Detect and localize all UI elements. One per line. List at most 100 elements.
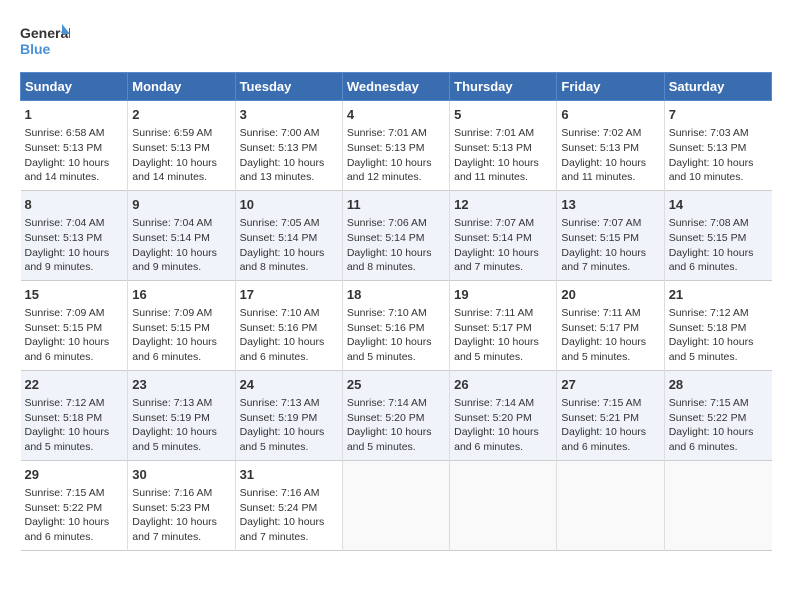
day-number: 27 xyxy=(561,376,659,394)
sunrise-info: Sunrise: 7:12 AM xyxy=(669,306,768,321)
sunset-info: Sunset: 5:21 PM xyxy=(561,411,659,426)
sunrise-info: Sunrise: 7:15 AM xyxy=(561,396,659,411)
daylight-info: Daylight: 10 hours and 6 minutes. xyxy=(561,425,659,454)
sunrise-info: Sunrise: 7:04 AM xyxy=(132,216,230,231)
daylight-info: Daylight: 10 hours and 10 minutes. xyxy=(669,156,768,185)
sunset-info: Sunset: 5:16 PM xyxy=(240,321,338,336)
day-number: 31 xyxy=(240,466,338,484)
day-number: 9 xyxy=(132,196,230,214)
daylight-info: Daylight: 10 hours and 6 minutes. xyxy=(669,246,768,275)
day-number: 1 xyxy=(25,106,124,124)
sunrise-info: Sunrise: 7:04 AM xyxy=(25,216,124,231)
day-number: 10 xyxy=(240,196,338,214)
sunrise-info: Sunrise: 7:07 AM xyxy=(561,216,659,231)
day-number: 7 xyxy=(669,106,768,124)
daylight-info: Daylight: 10 hours and 7 minutes. xyxy=(132,515,230,544)
column-header-friday: Friday xyxy=(557,73,664,101)
sunset-info: Sunset: 5:15 PM xyxy=(669,231,768,246)
daylight-info: Daylight: 10 hours and 11 minutes. xyxy=(561,156,659,185)
svg-text:Blue: Blue xyxy=(20,41,51,57)
calendar-cell: 4Sunrise: 7:01 AMSunset: 5:13 PMDaylight… xyxy=(342,101,449,191)
week-row: 22Sunrise: 7:12 AMSunset: 5:18 PMDayligh… xyxy=(21,370,772,460)
daylight-info: Daylight: 10 hours and 8 minutes. xyxy=(240,246,338,275)
page-header: General Blue xyxy=(20,20,772,62)
sunrise-info: Sunrise: 7:16 AM xyxy=(240,486,338,501)
daylight-info: Daylight: 10 hours and 14 minutes. xyxy=(132,156,230,185)
daylight-info: Daylight: 10 hours and 7 minutes. xyxy=(240,515,338,544)
daylight-info: Daylight: 10 hours and 9 minutes. xyxy=(25,246,124,275)
calendar-table: SundayMondayTuesdayWednesdayThursdayFrid… xyxy=(20,72,772,551)
calendar-cell: 8Sunrise: 7:04 AMSunset: 5:13 PMDaylight… xyxy=(21,190,128,280)
sunrise-info: Sunrise: 7:09 AM xyxy=(25,306,124,321)
calendar-cell: 31Sunrise: 7:16 AMSunset: 5:24 PMDayligh… xyxy=(235,460,342,550)
sunrise-info: Sunrise: 6:58 AM xyxy=(25,126,124,141)
sunset-info: Sunset: 5:14 PM xyxy=(454,231,552,246)
sunset-info: Sunset: 5:22 PM xyxy=(25,501,124,516)
sunset-info: Sunset: 5:15 PM xyxy=(561,231,659,246)
daylight-info: Daylight: 10 hours and 5 minutes. xyxy=(347,335,445,364)
calendar-cell: 12Sunrise: 7:07 AMSunset: 5:14 PMDayligh… xyxy=(450,190,557,280)
calendar-cell: 20Sunrise: 7:11 AMSunset: 5:17 PMDayligh… xyxy=(557,280,664,370)
calendar-cell: 29Sunrise: 7:15 AMSunset: 5:22 PMDayligh… xyxy=(21,460,128,550)
calendar-cell: 19Sunrise: 7:11 AMSunset: 5:17 PMDayligh… xyxy=(450,280,557,370)
sunrise-info: Sunrise: 7:15 AM xyxy=(25,486,124,501)
sunset-info: Sunset: 5:23 PM xyxy=(132,501,230,516)
sunrise-info: Sunrise: 7:13 AM xyxy=(240,396,338,411)
sunset-info: Sunset: 5:22 PM xyxy=(669,411,768,426)
calendar-cell: 13Sunrise: 7:07 AMSunset: 5:15 PMDayligh… xyxy=(557,190,664,280)
daylight-info: Daylight: 10 hours and 5 minutes. xyxy=(561,335,659,364)
sunset-info: Sunset: 5:13 PM xyxy=(347,141,445,156)
day-number: 12 xyxy=(454,196,552,214)
calendar-cell: 25Sunrise: 7:14 AMSunset: 5:20 PMDayligh… xyxy=(342,370,449,460)
calendar-cell: 11Sunrise: 7:06 AMSunset: 5:14 PMDayligh… xyxy=(342,190,449,280)
calendar-cell xyxy=(664,460,771,550)
calendar-cell: 5Sunrise: 7:01 AMSunset: 5:13 PMDaylight… xyxy=(450,101,557,191)
column-header-tuesday: Tuesday xyxy=(235,73,342,101)
daylight-info: Daylight: 10 hours and 6 minutes. xyxy=(25,335,124,364)
column-header-thursday: Thursday xyxy=(450,73,557,101)
calendar-cell: 26Sunrise: 7:14 AMSunset: 5:20 PMDayligh… xyxy=(450,370,557,460)
day-number: 15 xyxy=(25,286,124,304)
calendar-cell: 27 Sunrise: 7:15 AMSunset: 5:21 PMDayligh… xyxy=(557,370,664,460)
calendar-cell xyxy=(342,460,449,550)
sunrise-info: Sunrise: 7:13 AM xyxy=(132,396,230,411)
sunset-info: Sunset: 5:17 PM xyxy=(561,321,659,336)
day-number: 4 xyxy=(347,106,445,124)
sunset-info: Sunset: 5:19 PM xyxy=(240,411,338,426)
sunset-info: Sunset: 5:14 PM xyxy=(347,231,445,246)
daylight-info: Daylight: 10 hours and 7 minutes. xyxy=(561,246,659,275)
sunrise-info: Sunrise: 7:14 AM xyxy=(347,396,445,411)
day-number: 16 xyxy=(132,286,230,304)
sunrise-info: Sunrise: 7:01 AM xyxy=(454,126,552,141)
daylight-info: Daylight: 10 hours and 5 minutes. xyxy=(669,335,768,364)
day-number: 29 xyxy=(25,466,124,484)
day-number: 21 xyxy=(669,286,768,304)
sunset-info: Sunset: 5:19 PM xyxy=(132,411,230,426)
daylight-info: Daylight: 10 hours and 5 minutes. xyxy=(132,425,230,454)
sunset-info: Sunset: 5:14 PM xyxy=(240,231,338,246)
sunset-info: Sunset: 5:13 PM xyxy=(240,141,338,156)
calendar-cell: 24Sunrise: 7:13 AMSunset: 5:19 PMDayligh… xyxy=(235,370,342,460)
logo-svg: General Blue xyxy=(20,20,70,62)
sunset-info: Sunset: 5:17 PM xyxy=(454,321,552,336)
daylight-info: Daylight: 10 hours and 6 minutes. xyxy=(454,425,552,454)
day-number: 11 xyxy=(347,196,445,214)
calendar-cell: 15 Sunrise: 7:09 AMSunset: 5:15 PMDayligh… xyxy=(21,280,128,370)
sunset-info: Sunset: 5:18 PM xyxy=(669,321,768,336)
sunrise-info: Sunrise: 7:15 AM xyxy=(669,396,768,411)
sunset-info: Sunset: 5:13 PM xyxy=(454,141,552,156)
calendar-cell: 3Sunrise: 7:00 AMSunset: 5:13 PMDaylight… xyxy=(235,101,342,191)
sunset-info: Sunset: 5:15 PM xyxy=(25,321,124,336)
calendar-cell: 30Sunrise: 7:16 AMSunset: 5:23 PMDayligh… xyxy=(128,460,235,550)
sunrise-info: Sunrise: 7:10 AM xyxy=(347,306,445,321)
sunrise-info: Sunrise: 7:10 AM xyxy=(240,306,338,321)
day-number: 23 xyxy=(132,376,230,394)
sunrise-info: Sunrise: 7:02 AM xyxy=(561,126,659,141)
column-header-monday: Monday xyxy=(128,73,235,101)
column-header-saturday: Saturday xyxy=(664,73,771,101)
day-number: 6 xyxy=(561,106,659,124)
day-number: 19 xyxy=(454,286,552,304)
day-number: 26 xyxy=(454,376,552,394)
daylight-info: Daylight: 10 hours and 11 minutes. xyxy=(454,156,552,185)
sunrise-info: Sunrise: 7:11 AM xyxy=(561,306,659,321)
